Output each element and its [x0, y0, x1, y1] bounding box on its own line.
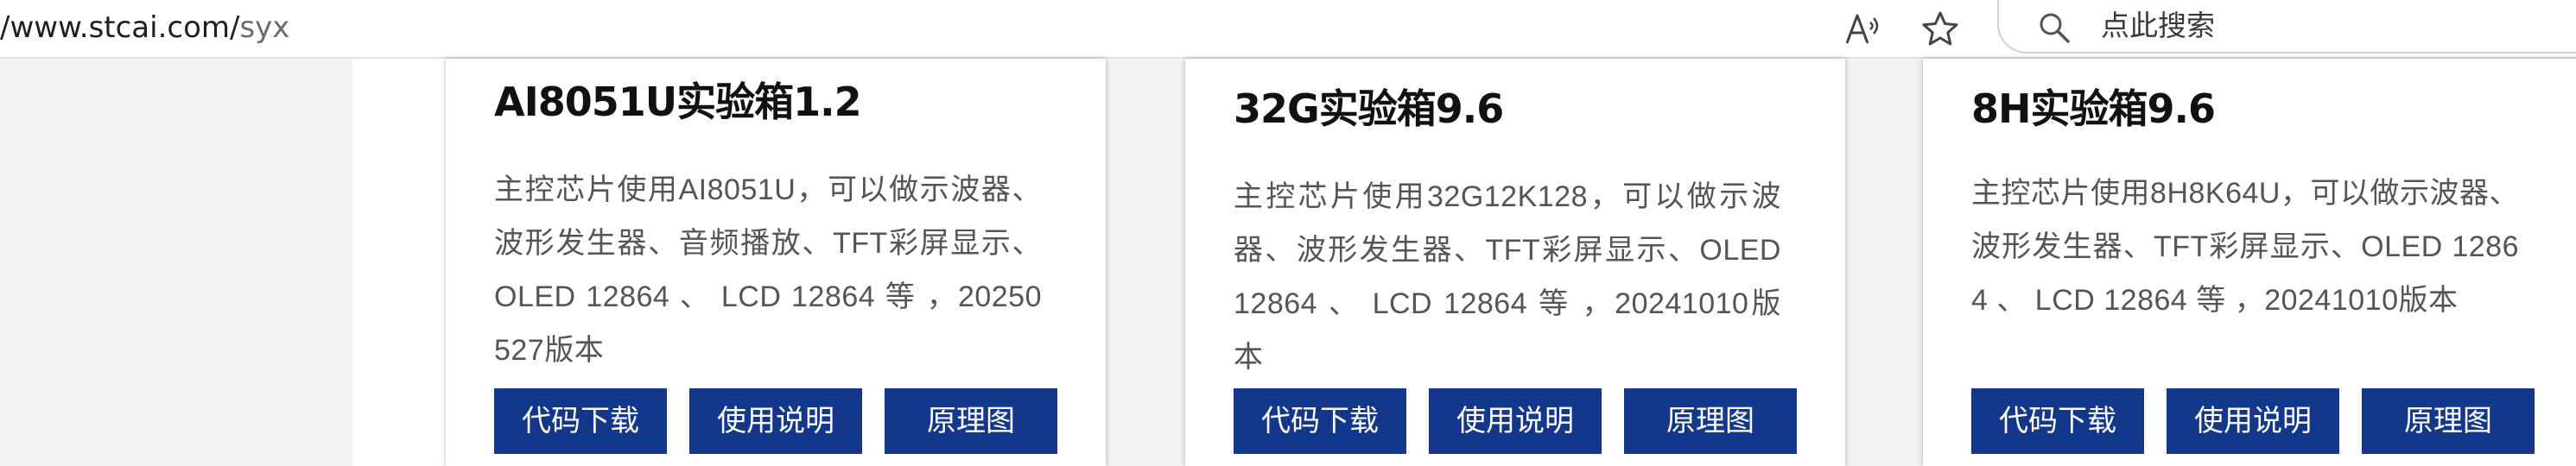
star-icon[interactable] [1916, 5, 1964, 54]
content-column-background [352, 59, 447, 466]
card-description: 主控芯片使用8H8K64U，可以做示波器、波形发生器、TFT彩屏显示、OLED … [1971, 177, 2519, 317]
card-description: 主控芯片使用AI8051U，可以做示波器、波形发生器、音频播放、TFT彩屏显示、… [494, 173, 1042, 367]
schematic-button[interactable]: 原理图 [885, 388, 1057, 454]
card-title: 32G实验箱9.6 [1234, 85, 1504, 132]
code-download-button[interactable]: 代码下载 [1234, 388, 1406, 454]
manual-button[interactable]: 使用说明 [689, 388, 862, 454]
code-download-button[interactable]: 代码下载 [1971, 388, 2144, 454]
card-button-row: 代码下载 使用说明 原理图 [494, 388, 1057, 454]
page-content: AI8051U实验箱1.2 主控芯片使用AI8051U，可以做示波器、波形发生器… [0, 59, 2576, 466]
schematic-button[interactable]: 原理图 [1624, 388, 1797, 454]
url-host: /www.stcai.com/ [0, 10, 240, 45]
manual-button[interactable]: 使用说明 [1429, 388, 1602, 454]
read-aloud-icon[interactable] [1840, 5, 1888, 54]
product-card-ai8051u: AI8051U实验箱1.2 主控芯片使用AI8051U，可以做示波器、波形发生器… [446, 59, 1106, 466]
card-button-row: 代码下载 使用说明 原理图 [1234, 388, 1797, 454]
card-description: 主控芯片使用32G12K128，可以做示波器、波形发生器、TFT彩屏显示、OLE… [1234, 180, 1781, 374]
search-placeholder: 点此搜索 [2101, 9, 2215, 42]
url-path: syx [239, 10, 290, 45]
product-card-8h: 8H实验箱9.6 主控芯片使用8H8K64U，可以做示波器、波形发生器、TFT彩… [1923, 59, 2576, 466]
manual-button[interactable]: 使用说明 [2167, 388, 2339, 454]
search-box[interactable]: 点此搜索 [1997, 0, 2576, 54]
browser-toolbar: /www.stcai.com/syx 点此搜索 [0, 0, 2576, 59]
card-title: AI8051U实验箱1.2 [494, 79, 862, 125]
code-download-button[interactable]: 代码下载 [494, 388, 667, 454]
card-title: 8H实验箱9.6 [1971, 85, 2216, 132]
address-bar[interactable]: /www.stcai.com/syx [0, 7, 289, 48]
magnifier-icon [2040, 13, 2070, 43]
card-button-row: 代码下载 使用说明 原理图 [1971, 388, 2535, 454]
schematic-button[interactable]: 原理图 [2362, 388, 2535, 454]
product-card-32g: 32G实验箱9.6 主控芯片使用32G12K128，可以做示波器、波形发生器、T… [1185, 59, 1845, 466]
